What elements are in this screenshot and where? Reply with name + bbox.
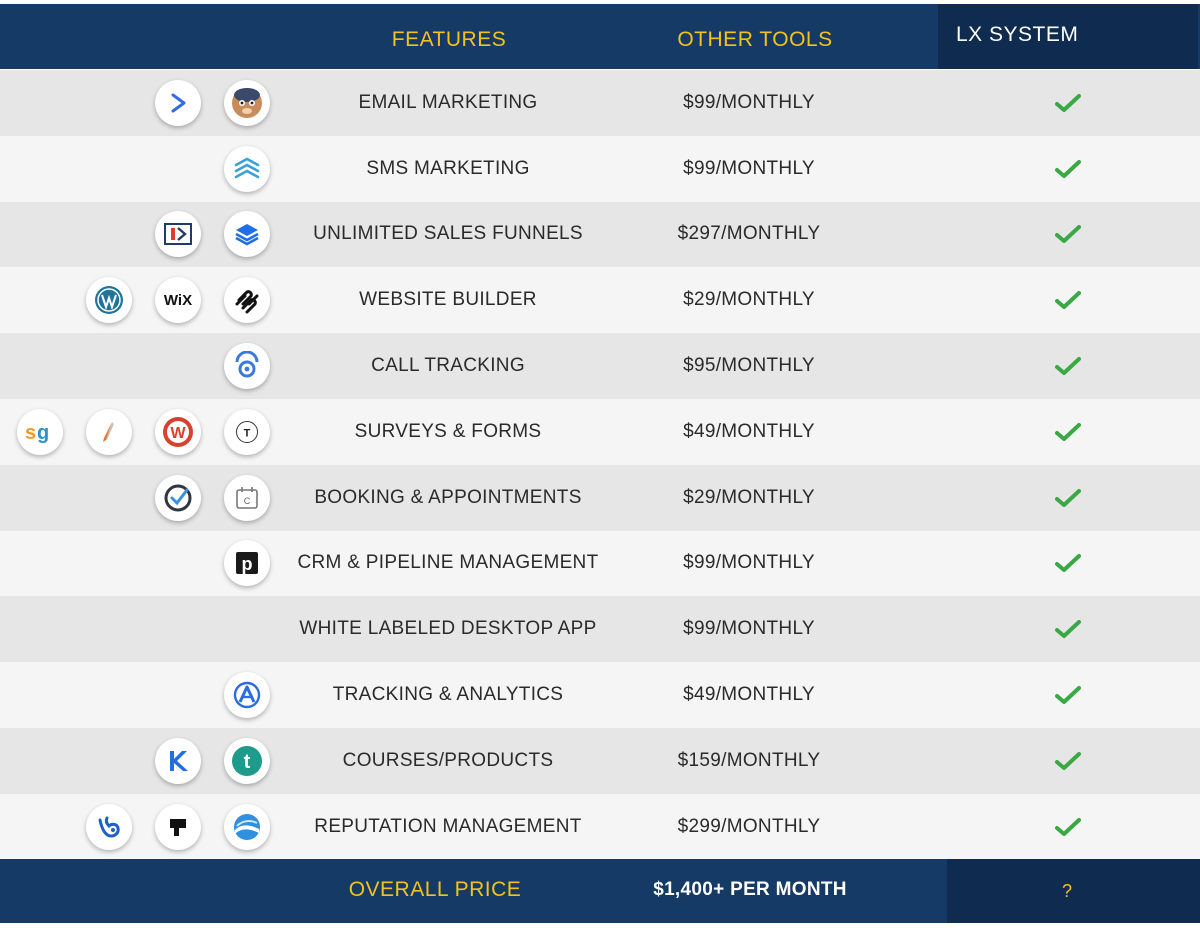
feature-label: EMAIL MARKETING [358,91,538,113]
checkmark-icon [1055,357,1081,376]
feature-label: UNLIMITED SALES FUNNELS [313,223,583,245]
swell-icon [224,803,270,850]
feature-label: TRACKING & ANALYTICS [332,684,564,706]
svg-text:s: s [25,422,36,444]
callrail-icon [224,343,270,390]
checkmark-icon [1055,422,1081,441]
other-tools-price: $49/MONTHLY [683,420,815,442]
table-body: EMAIL MARKETING $99/MONTHLY SMS MARKETIN… [0,70,1200,860]
table-row: t COURSES/PRODUCTS $159/MONTHLY [0,727,1200,794]
comparison-table: FEATURES OTHER TOOLS LX SYSTEM EMAIL MAR… [0,0,1200,930]
other-tools-price: $299/MONTHLY [677,815,821,837]
pen-nib-icon [86,408,132,455]
teachable-icon: t [224,737,270,784]
table-row: WHITE LABELED DESKTOP APP $99/MONTHLY [0,596,1200,663]
lx-system-price: ? [1062,881,1073,901]
feature-label: REPUTATION MANAGEMENT [314,815,582,837]
header-lx-system: LX SYSTEM [938,4,1198,69]
checkmark-icon [1055,686,1081,705]
other-tools-price: $29/MONTHLY [683,289,815,311]
other-tools-price: $99/MONTHLY [683,91,815,113]
mailchimp-icon [224,79,270,126]
feature-label: WHITE LABELED DESKTOP APP [299,618,597,640]
checkmark-icon [1055,488,1081,507]
svg-text:p: p [242,554,253,574]
feature-label: WEBSITE BUILDER [359,289,537,311]
checkmark-icon [1055,93,1081,112]
acuity-check-icon [155,474,201,521]
overall-price-total: $1,400+ PER MONTH [653,879,847,900]
feature-label: SMS MARKETING [366,157,530,179]
checkmark-icon [1055,159,1081,178]
table-row: SMS MARKETING $99/MONTHLY [0,135,1200,202]
activecampaign-icon [155,79,201,126]
surveygizmo-icon: sg [17,408,63,455]
overall-price-label: OVERALL PRICE [348,878,522,901]
analytics-a-icon [224,672,270,719]
other-tools-price: $99/MONTHLY [683,618,815,640]
other-tools-price: $159/MONTHLY [677,749,821,771]
other-tools-price: $95/MONTHLY [683,355,815,377]
svg-text:C: C [244,496,251,506]
table-row: EMAIL MARKETING $99/MONTHLY [0,70,1200,136]
other-tools-price: $29/MONTHLY [683,486,815,508]
table-row: UNLIMITED SALES FUNNELS $297/MONTHLY [0,201,1200,268]
feature-label: CALL TRACKING [371,355,525,377]
table-row: REPUTATION MANAGEMENT $299/MONTHLY [0,793,1200,860]
checkmark-icon [1055,751,1081,770]
feature-label: COURSES/PRODUCTS [342,749,554,771]
feature-label: BOOKING & APPOINTMENTS [314,486,582,508]
checkmark-icon [1055,291,1081,310]
table-row: C BOOKING & APPOINTMENTS $29/MONTHLY [0,464,1200,531]
other-tools-price: $49/MONTHLY [683,684,815,706]
kajabi-icon [155,737,201,784]
table-row: TRACKING & ANALYTICS $49/MONTHLY [0,662,1200,728]
wufoo-icon: W [155,408,201,455]
feature-label: CRM & PIPELINE MANAGEMENT [297,552,599,574]
other-tools-price: $99/MONTHLY [683,552,815,574]
svg-text:t: t [244,751,251,773]
other-tools-price: $297/MONTHLY [677,223,821,245]
other-tools-price: $99/MONTHLY [683,157,815,179]
wix-icon: WiX [155,277,201,324]
wordpress-icon [86,277,132,324]
birdeye-icon [86,803,132,850]
svg-text:WiX: WiX [164,292,192,309]
checkmark-icon [1055,225,1081,244]
svg-text:T: T [244,427,251,439]
squarespace-icon [224,277,270,324]
podium-icon [155,803,201,850]
layers-icon [224,211,270,258]
table-footer: OVERALL PRICE $1,400+ PER MONTH ? [0,859,1200,923]
svg-text:g: g [37,422,49,444]
table-row: WiX WEBSITE BUILDER $29/MONTHLY [0,267,1200,334]
pipedrive-icon: p [224,540,270,587]
table-row: CALL TRACKING $95/MONTHLY [0,333,1200,399]
feature-label: SURVEYS & FORMS [354,420,542,442]
table-header: FEATURES OTHER TOOLS LX SYSTEM [0,4,1200,69]
stacked-chevrons-icon [224,145,270,192]
checkmark-icon [1055,554,1081,573]
table-row: sg W T SURVEYS & FORMS $49/MONTHLY [0,398,1200,465]
clickfunnels-icon [155,211,201,258]
lx-system-price-cell: ? [947,859,1200,923]
typeform-icon: T [224,408,270,455]
header-other-tools: OTHER TOOLS [677,28,833,51]
calendly-icon: C [224,474,270,521]
checkmark-icon [1055,620,1081,639]
header-features: FEATURES [391,28,507,51]
svg-text:W: W [170,425,186,442]
table-row: p CRM & PIPELINE MANAGEMENT $99/MONTHLY [0,530,1200,597]
checkmark-icon [1055,817,1081,836]
